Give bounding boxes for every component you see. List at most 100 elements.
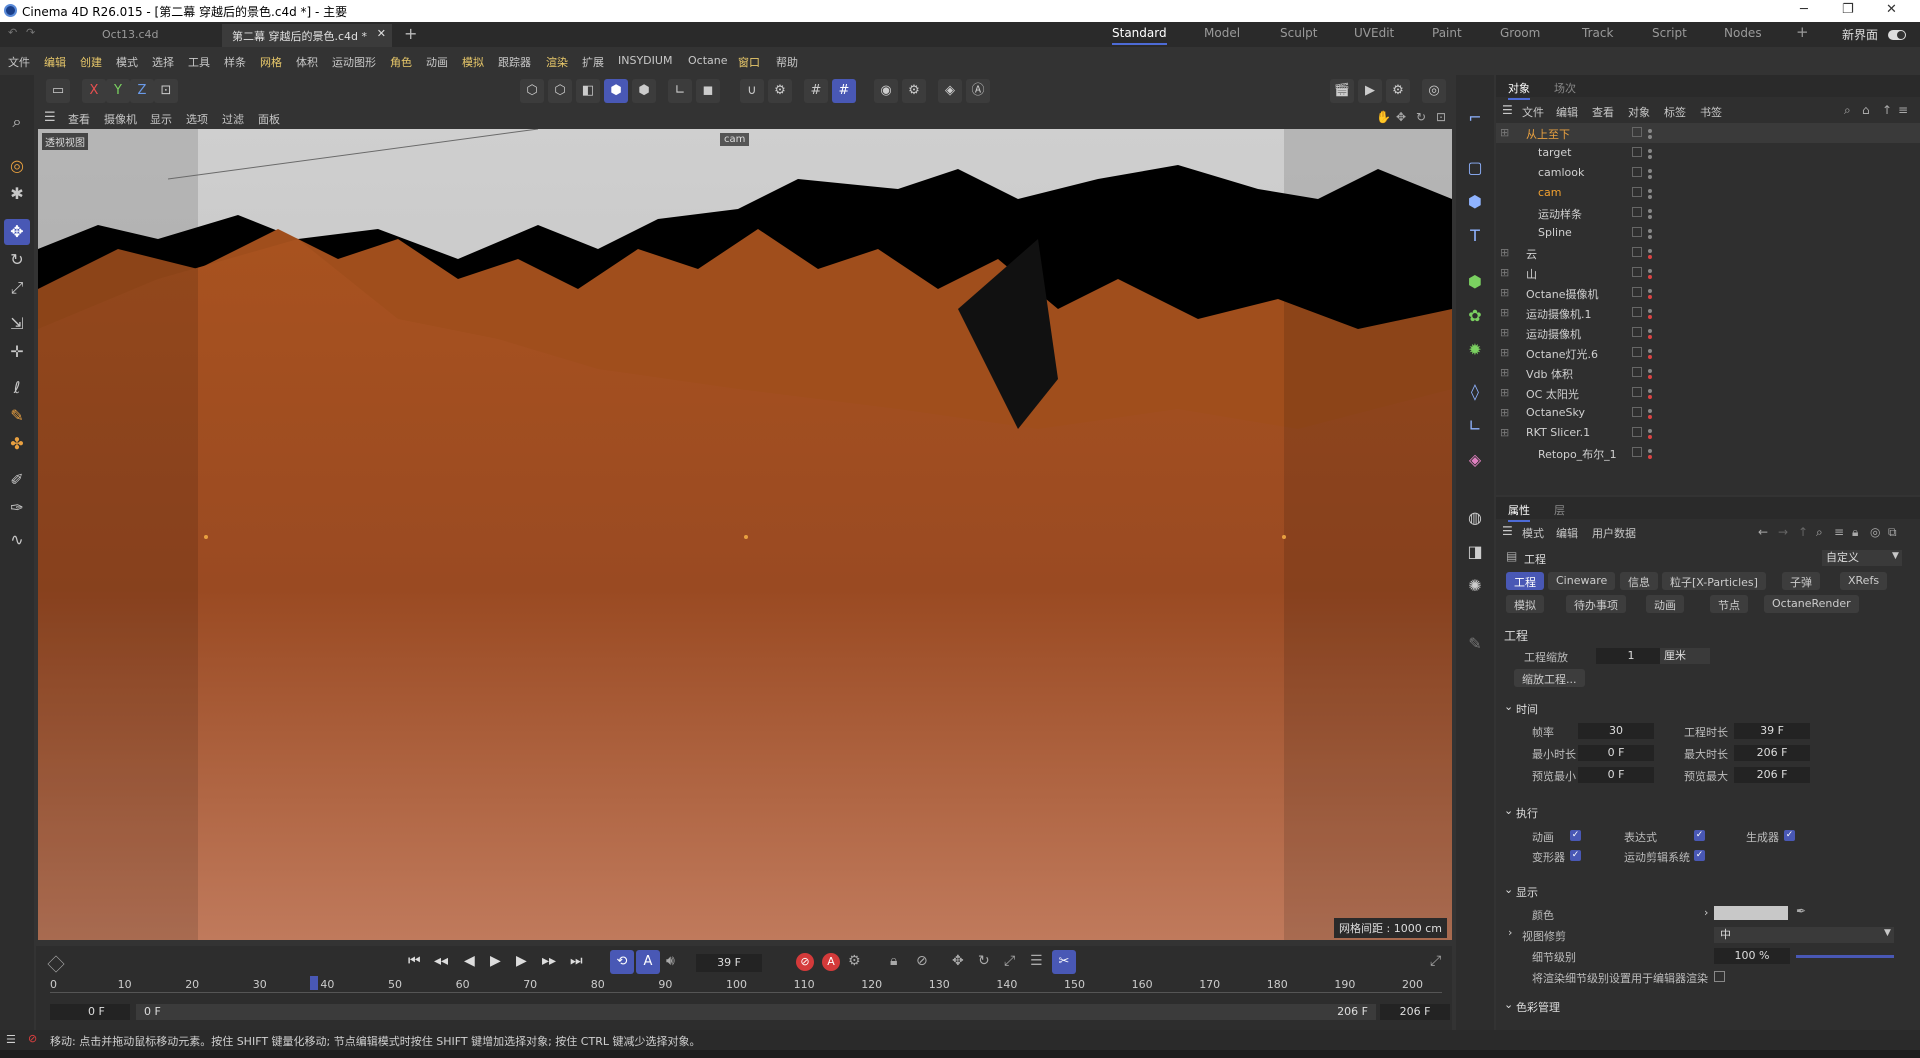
eyedropper-icon[interactable]: ✒ xyxy=(1796,904,1806,918)
chip-octanerender[interactable]: OctaneRender xyxy=(1764,595,1859,613)
om-menu-edit[interactable]: 编辑 xyxy=(1556,104,1578,120)
layout-nodes[interactable]: Nodes xyxy=(1724,26,1762,40)
om-hamburger-icon[interactable]: ☰ xyxy=(1502,103,1513,117)
rotate-icon[interactable]: ↻ xyxy=(4,247,30,273)
chip-cineware[interactable]: Cineware xyxy=(1548,572,1616,590)
layer-checkbox[interactable] xyxy=(1632,427,1642,437)
keyframe-icon[interactable] xyxy=(47,955,65,973)
hamburger-icon[interactable]: ☰ xyxy=(44,110,56,125)
chip-xrefs[interactable]: XRefs xyxy=(1840,572,1888,590)
key-pos-icon[interactable]: ✥ xyxy=(952,953,964,969)
preset-chevron-icon[interactable]: ▼ xyxy=(1892,551,1899,561)
viewport-3d[interactable] xyxy=(38,129,1452,940)
visibility-dot[interactable] xyxy=(1648,229,1652,233)
axis-z-button[interactable]: Z xyxy=(130,79,154,103)
expand-icon[interactable]: ⊞ xyxy=(1500,306,1509,319)
lod-render-checkbox[interactable] xyxy=(1714,971,1725,982)
layout-uvedit[interactable]: UVEdit xyxy=(1354,26,1394,40)
range-bar[interactable]: 0 F 206 F xyxy=(136,1004,1376,1020)
deformers-checkbox[interactable]: ✓ xyxy=(1570,850,1581,861)
key-pla-icon[interactable]: ✂ xyxy=(1052,950,1076,974)
play-icon[interactable]: ▶ xyxy=(490,953,501,969)
render-view-icon[interactable]: 🎬︎ xyxy=(1330,79,1354,103)
tab-objects[interactable]: 对象 xyxy=(1508,80,1530,100)
animation-checkbox[interactable]: ✓ xyxy=(1570,830,1581,841)
lod-slider[interactable] xyxy=(1796,955,1894,958)
menu-octane[interactable]: Octane xyxy=(688,54,728,67)
render-dot[interactable] xyxy=(1648,275,1652,279)
chip-project[interactable]: 工程 xyxy=(1506,572,1544,590)
visibility-dot[interactable] xyxy=(1648,189,1652,193)
render-region-icon[interactable]: ◉ xyxy=(874,79,898,103)
menu-file[interactable]: 文件 xyxy=(8,54,30,70)
object-row[interactable]: ⊞ 山 xyxy=(1496,263,1920,283)
render-dot[interactable] xyxy=(1648,155,1652,159)
am-hamburger-icon[interactable]: ☰ xyxy=(1502,524,1513,538)
visibility-dot[interactable] xyxy=(1648,149,1652,153)
points-mode-icon[interactable]: ⬡ xyxy=(520,79,544,103)
render-picture-viewer-icon[interactable]: ▶ xyxy=(1358,79,1382,103)
expand-icon[interactable]: ⊞ xyxy=(1500,246,1509,259)
preview-min-field[interactable]: 0 F xyxy=(1578,767,1654,783)
key-scheme-icon[interactable]: ⊘ xyxy=(916,953,928,969)
transform-icon[interactable]: ⇲ xyxy=(4,311,30,337)
environment-icon[interactable]: ◍ xyxy=(1462,505,1488,531)
texture-mode-icon[interactable]: ⬢ xyxy=(632,79,656,103)
text-icon[interactable]: T xyxy=(1462,223,1488,249)
om-menu-bookmark[interactable]: 书签 xyxy=(1700,104,1722,120)
color-mgmt-toggle[interactable]: ⌄ xyxy=(1504,998,1513,1011)
maximize-view-icon[interactable]: ⊡ xyxy=(1436,110,1446,124)
am-new-window-icon[interactable]: ⧉ xyxy=(1888,525,1897,540)
expand-icon[interactable]: ⊞ xyxy=(1500,386,1509,399)
object-row[interactable]: ⊞ Octane摄像机 xyxy=(1496,283,1920,303)
loop-icon[interactable]: ⟲ xyxy=(610,950,634,974)
menu-help[interactable]: 帮助 xyxy=(776,54,798,70)
placement-icon[interactable]: ✛ xyxy=(4,339,30,365)
visibility-dot[interactable] xyxy=(1648,209,1652,213)
tab-attributes[interactable]: 属性 xyxy=(1508,502,1530,522)
min-field[interactable]: 0 F xyxy=(1578,745,1654,761)
timeline-expand-icon[interactable]: ⤢ xyxy=(1430,953,1441,969)
autokey-icon[interactable]: A xyxy=(822,953,840,971)
visibility-dot[interactable] xyxy=(1648,409,1652,413)
menu-spline[interactable]: 样条 xyxy=(224,54,246,70)
go-end-icon[interactable]: ⏭ xyxy=(570,953,583,969)
scale-project-button[interactable]: 缩放工程... xyxy=(1514,669,1585,687)
smooth-icon[interactable]: ∿ xyxy=(4,527,30,553)
render-dot[interactable] xyxy=(1648,455,1652,459)
om-home-icon[interactable]: ⌂ xyxy=(1862,103,1870,117)
zoom-icon[interactable]: ⌕ xyxy=(4,109,30,135)
visibility-dot[interactable] xyxy=(1648,309,1652,313)
camera-tag[interactable]: cam xyxy=(720,133,750,146)
visibility-dot[interactable] xyxy=(1648,129,1652,133)
visibility-dot[interactable] xyxy=(1648,449,1652,453)
render-dot[interactable] xyxy=(1648,415,1652,419)
scene-camera-icon[interactable]: ◨ xyxy=(1462,539,1488,565)
generator-icon[interactable]: ⬢ xyxy=(1462,269,1488,295)
menu-create[interactable]: 创建 xyxy=(80,54,102,70)
vp-menu-view[interactable]: 查看 xyxy=(68,111,90,127)
render-dot[interactable] xyxy=(1648,215,1652,219)
scale-field[interactable]: 1 xyxy=(1596,648,1666,664)
key-param-icon[interactable]: ☰ xyxy=(1030,953,1043,969)
expand-icon[interactable]: ⊞ xyxy=(1500,266,1509,279)
deformer-icon[interactable]: ◊ xyxy=(1462,379,1488,405)
om-filter-icon[interactable]: ≡ xyxy=(1898,103,1908,117)
om-menu-view[interactable]: 查看 xyxy=(1592,104,1614,120)
render-dot[interactable] xyxy=(1648,315,1652,319)
menu-mograph[interactable]: 运动图形 xyxy=(332,54,376,70)
null-icon[interactable]: ∟ xyxy=(1462,413,1488,439)
model-mode-icon[interactable]: ⬢ xyxy=(604,79,628,103)
preview-max-field[interactable]: 206 F xyxy=(1734,767,1810,783)
render-settings-icon[interactable]: ⚙ xyxy=(902,79,926,103)
visibility-dot[interactable] xyxy=(1648,329,1652,333)
visibility-dot[interactable] xyxy=(1648,289,1652,293)
duration-field[interactable]: 39 F xyxy=(1734,723,1810,739)
scale-unit-dropdown[interactable]: 厘米 xyxy=(1660,648,1710,664)
visibility-dot[interactable] xyxy=(1648,249,1652,253)
lod-field[interactable]: 100 % xyxy=(1714,948,1790,964)
om-menu-file[interactable]: 文件 xyxy=(1522,104,1544,120)
object-row[interactable]: ⊞ 运动摄像机.1 xyxy=(1496,303,1920,323)
record-icon[interactable]: ⊘ xyxy=(796,953,814,971)
am-filter-icon[interactable]: ≡ xyxy=(1834,525,1844,539)
